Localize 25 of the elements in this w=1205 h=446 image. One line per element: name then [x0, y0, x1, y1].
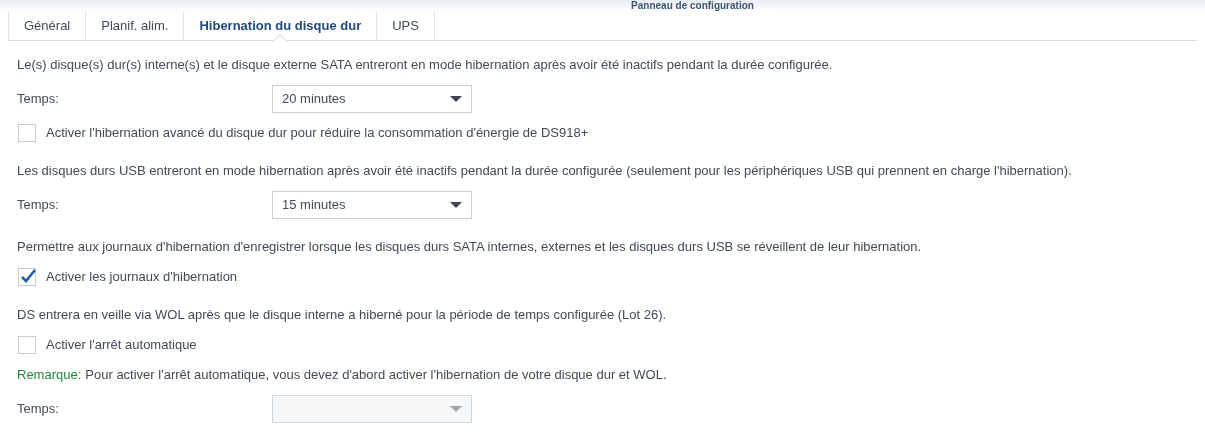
description-text: Le(s) disque(s) dur(s) interne(s) et le disque externe SATA entreront en mode hibernation après avoir été inactifs pendant la durée configurée.: [17, 56, 833, 74]
description-text: Permettre aux journaux d'hibernation d'enregistrer lorsque les disques durs SATA internes, externes et les disques durs USB se réveillent de leur hibernation.: [17, 238, 922, 256]
dropdown-caret-icon: [450, 406, 462, 412]
field-label: Temps:: [17, 90, 60, 109]
field-label: Temps:: [17, 400, 60, 419]
dropdown-caret-icon: [450, 96, 462, 102]
tab[interactable]: Général: [8, 12, 86, 40]
tab[interactable]: Hibernation du disque dur: [183, 12, 377, 40]
checkbox-label: Activer les journaux d'hibernation: [46, 268, 238, 287]
dropdown-caret-icon: [450, 202, 462, 208]
time-dropdown[interactable]: 15 minutes: [272, 191, 472, 219]
time-dropdown[interactable]: 20 minutes: [272, 85, 472, 113]
window-title: Panneau de configuration: [631, 0, 754, 11]
note-text: Pour activer l'arrêt automatique, vous devez d'abord activer l'hibernation de votre disque dur et WOL.: [85, 366, 667, 384]
tab[interactable]: UPS: [376, 12, 435, 40]
note-label: Remarque:: [17, 366, 82, 384]
description-text: Les disques durs USB entreront en mode hibernation après avoir été inactifs pendant la durée configurée (seulement pour les périphériques USB qui prennent en charge l'hibernation).: [17, 162, 1072, 180]
description-text: DS entrera en veille via WOL après que le disque interne a hiberné pour la période de temps configurée (Lot 26).: [17, 306, 667, 324]
checkbox[interactable]: [18, 268, 36, 286]
checkbox-label: Activer l'arrêt automatique: [46, 336, 197, 355]
checkbox[interactable]: [18, 336, 36, 354]
checkbox[interactable]: [18, 124, 36, 142]
field-label: Temps:: [17, 196, 60, 215]
tab[interactable]: Planif. alim.: [85, 12, 184, 40]
checkbox-label: Activer l'hibernation avancé du disque dur pour réduire la consommation d'énergie de DS918+: [46, 124, 589, 143]
